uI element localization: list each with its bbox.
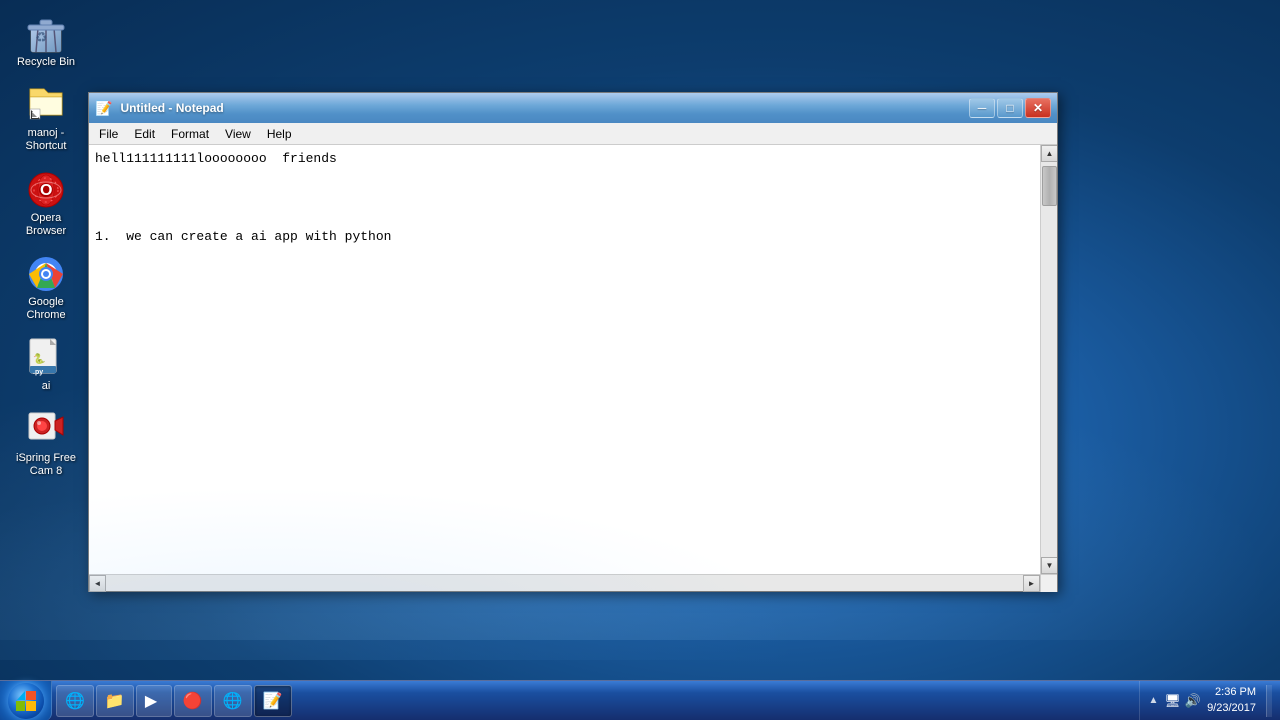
recycle-bin-label: Recycle Bin	[17, 56, 75, 69]
close-button[interactable]: ✕	[1025, 98, 1051, 118]
recycle-bin-icon[interactable]: ♻ Recycle Bin	[10, 10, 82, 73]
system-clock[interactable]: 2:36 PM 9/23/2017	[1207, 685, 1256, 716]
start-button[interactable]	[0, 681, 52, 720]
notepad-taskbar-icon: 📝	[263, 691, 283, 711]
ai-file-icon[interactable]: 🐍 .py ai	[10, 334, 82, 397]
recycle-bin-image: ♻	[26, 14, 66, 54]
ai-file-label: ai	[42, 380, 51, 393]
scroll-up-button[interactable]: ▲	[1041, 145, 1057, 162]
menu-help[interactable]: Help	[259, 125, 300, 143]
taskbar-items: 🌐 📁 ▶ 🔴 🌐 📝	[52, 681, 1139, 720]
notepad-bottom-bar: ◄ ►	[89, 574, 1057, 591]
opera-taskbar-icon: 🔴	[183, 691, 203, 711]
svg-text:♻: ♻	[35, 29, 48, 45]
taskbar-system-tray: ▲ 🖥 🔊 2:36 PM 9/23/2017	[1139, 681, 1280, 720]
h-scroll-track[interactable]	[106, 575, 1023, 591]
scroll-thumb[interactable]	[1042, 166, 1057, 206]
notepad-menu-bar: File Edit Format View Help	[89, 123, 1057, 145]
google-chrome-image	[26, 254, 66, 294]
maximize-button[interactable]: □	[997, 98, 1023, 118]
ispring-cam-label: iSpring Free Cam 8	[14, 452, 78, 478]
google-chrome-label: Google Chrome	[14, 296, 78, 322]
taskbar-ie[interactable]: 🌐	[56, 685, 94, 717]
opera-browser-label: Opera Browser	[14, 212, 78, 238]
ie-icon: 🌐	[65, 691, 85, 711]
scroll-track[interactable]	[1041, 162, 1057, 557]
vertical-scrollbar[interactable]: ▲ ▼	[1040, 145, 1057, 574]
google-chrome-icon[interactable]: Google Chrome	[10, 250, 82, 326]
ispring-cam-icon[interactable]: iSpring Free Cam 8	[10, 406, 82, 482]
notepad-content-area: hell111111111loooooooo friends 1. we can…	[89, 145, 1057, 574]
desktop-icons: ♻ Recycle Bin manoj - Shortcut	[10, 10, 82, 482]
sys-tray-icons: 🖥 🔊	[1164, 693, 1201, 709]
notepad-window: 📝 Untitled - Notepad ─ □ ✕ File Edit For…	[88, 92, 1058, 592]
desktop: ♻ Recycle Bin manoj - Shortcut	[0, 0, 1280, 720]
scroll-corner	[1040, 575, 1057, 592]
ai-file-image: 🐍 .py	[26, 338, 66, 378]
taskbar-notepad[interactable]: 📝	[254, 685, 292, 717]
taskbar: 🌐 📁 ▶ 🔴 🌐 📝 ▲ 🖥 🔊	[0, 680, 1280, 720]
menu-file[interactable]: File	[91, 125, 126, 143]
menu-view[interactable]: View	[217, 125, 259, 143]
menu-format[interactable]: Format	[163, 125, 217, 143]
computer-shortcut-image	[26, 85, 66, 125]
clock-date: 9/23/2017	[1207, 701, 1256, 716]
explorer-icon: 📁	[105, 691, 125, 711]
scroll-left-button[interactable]: ◄	[89, 575, 106, 592]
window-controls: ─ □ ✕	[969, 98, 1051, 118]
tray-expand-button[interactable]: ▲	[1148, 695, 1158, 706]
speaker-icon: 🔊	[1185, 693, 1201, 709]
notepad-window-icon: 📝	[95, 100, 112, 117]
chrome-taskbar-icon: 🌐	[223, 691, 243, 711]
svg-text:.py: .py	[33, 369, 43, 376]
computer-shortcut-label: manoj - Shortcut	[14, 127, 78, 153]
taskbar-chrome[interactable]: 🌐	[214, 685, 252, 717]
opera-browser-icon[interactable]: O Opera Browser	[10, 166, 82, 242]
scroll-down-button[interactable]: ▼	[1041, 557, 1057, 574]
taskbar-media[interactable]: ▶	[136, 685, 172, 717]
menu-edit[interactable]: Edit	[126, 125, 163, 143]
start-orb	[8, 683, 44, 719]
notepad-title-bar: 📝 Untitled - Notepad ─ □ ✕	[89, 93, 1057, 123]
svg-text:🐍: 🐍	[33, 352, 45, 365]
media-icon: ▶	[145, 691, 157, 711]
svg-text:O: O	[40, 182, 52, 199]
horizontal-scrollbar[interactable]: ◄ ►	[89, 575, 1040, 591]
notepad-textarea[interactable]: hell111111111loooooooo friends 1. we can…	[89, 145, 1040, 574]
computer-shortcut-icon[interactable]: manoj - Shortcut	[10, 81, 82, 157]
show-desktop-button[interactable]	[1266, 685, 1272, 717]
notepad-title: Untitled - Notepad	[120, 101, 965, 115]
taskbar-explorer[interactable]: 📁	[96, 685, 134, 717]
network-icon: 🖥	[1164, 693, 1181, 709]
taskbar-opera[interactable]: 🔴	[174, 685, 212, 717]
ispring-cam-image	[26, 410, 66, 450]
opera-browser-image: O	[26, 170, 66, 210]
minimize-button[interactable]: ─	[969, 98, 995, 118]
scroll-right-button[interactable]: ►	[1023, 575, 1040, 592]
clock-time: 2:36 PM	[1207, 685, 1256, 700]
